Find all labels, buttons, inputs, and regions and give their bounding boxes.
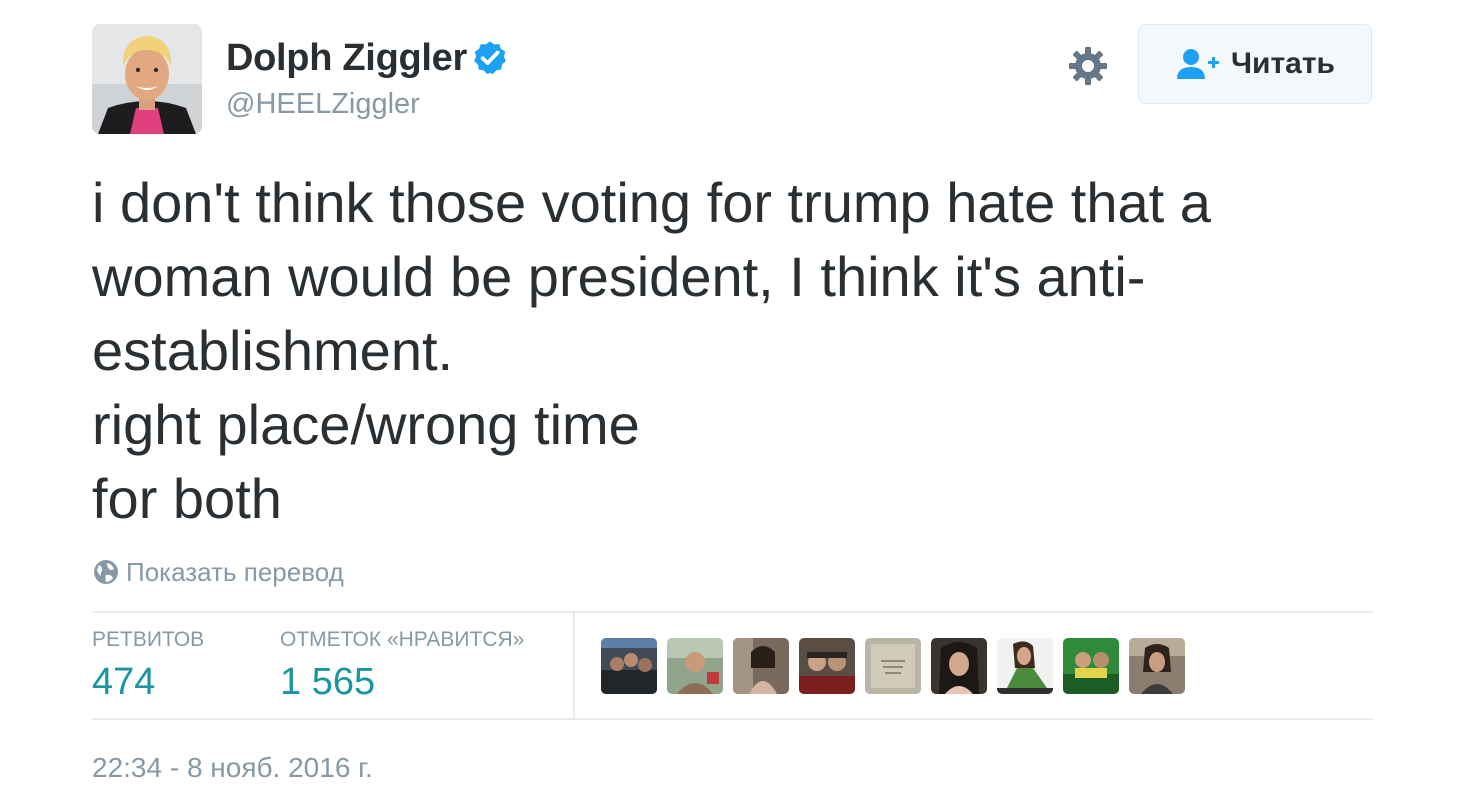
gear-icon[interactable] — [1066, 44, 1110, 88]
stats-divider-top — [92, 611, 1373, 613]
show-translation-label: Показать перевод — [126, 556, 344, 587]
author-avatar[interactable] — [92, 24, 202, 134]
tweet-text-line: woman would be president, I think it's a… — [92, 245, 1146, 308]
retweets-value: 474 — [92, 661, 156, 703]
liker-avatar-5[interactable] — [865, 638, 921, 694]
tweet-text-line: for both — [92, 467, 282, 530]
follow-button[interactable]: Читать — [1138, 24, 1372, 104]
liker-avatar-6[interactable] — [931, 638, 987, 694]
retweets-label: РЕТВИТОВ — [92, 628, 205, 651]
follow-button-label: Читать — [1230, 47, 1336, 80]
add-user-icon — [1175, 47, 1221, 81]
tweet-timestamp[interactable]: 22:34 - 8 нояб. 2016 г. — [92, 752, 373, 784]
user-avatar-icon — [92, 24, 202, 134]
globe-icon — [92, 558, 120, 586]
tweet-text-line: establishment. — [92, 319, 454, 382]
author-name-row: Dolph Ziggler — [226, 36, 509, 80]
stats-divider-bottom — [92, 718, 1373, 720]
likes-value: 1 565 — [280, 661, 376, 703]
like-count[interactable]: ОТМЕТОК «НРАВИТСЯ» 1 565 — [280, 626, 524, 704]
tweet-card: Dolph Ziggler @HEELZiggler Читать i don'… — [0, 0, 1460, 794]
liker-avatar-1[interactable] — [601, 638, 657, 694]
liker-avatar-4[interactable] — [799, 638, 855, 694]
liker-avatar-8[interactable] — [1063, 638, 1119, 694]
liker-avatars — [601, 638, 1195, 694]
stats-separator — [573, 612, 575, 719]
author-display-name[interactable]: Dolph Ziggler — [226, 37, 467, 80]
tweet-text-line: right place/wrong time — [92, 393, 640, 456]
retweet-count[interactable]: РЕТВИТОВ 474 — [92, 626, 204, 704]
verified-badge-icon — [471, 39, 509, 77]
author-handle[interactable]: @HEELZiggler — [226, 88, 420, 121]
liker-avatar-2[interactable] — [667, 638, 723, 694]
tweet-text-line: i don't think those voting for trump hat… — [92, 171, 1211, 234]
liker-avatar-7[interactable] — [997, 638, 1053, 694]
likes-label: ОТМЕТОК «НРАВИТСЯ» — [280, 628, 525, 651]
show-translation-link[interactable]: Показать перевод — [92, 556, 344, 588]
liker-avatar-3[interactable] — [733, 638, 789, 694]
liker-avatar-9[interactable] — [1129, 638, 1185, 694]
tweet-text: i don't think those voting for trump hat… — [92, 166, 1352, 536]
